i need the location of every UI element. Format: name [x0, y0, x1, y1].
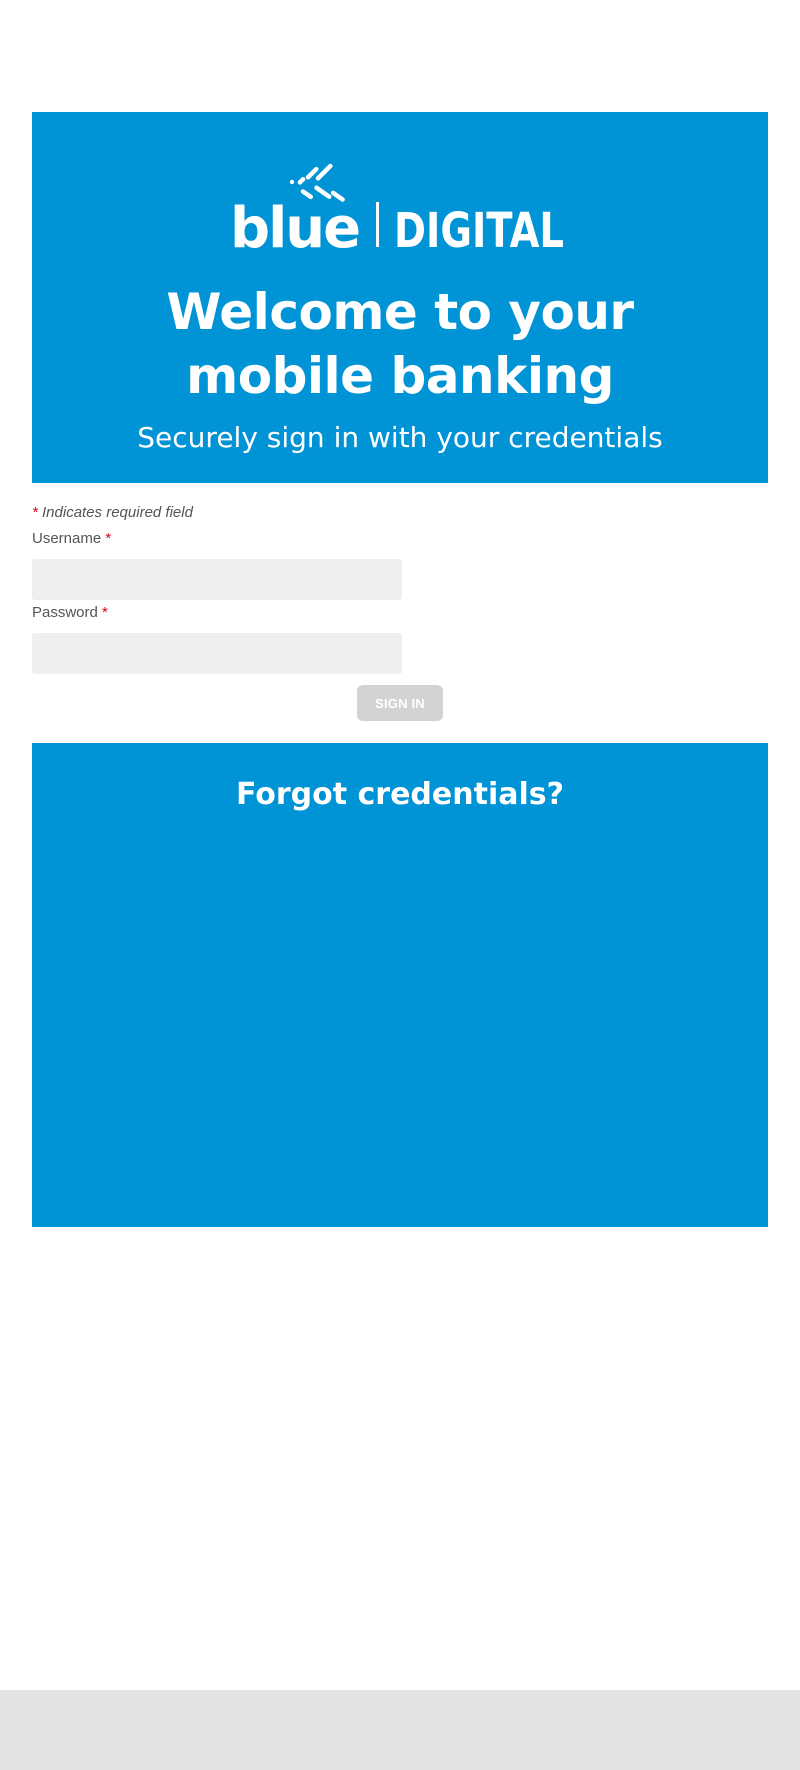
- username-label-text: Username: [32, 530, 102, 547]
- password-label-text: Password: [32, 604, 98, 621]
- forgot-credentials-panel: Forgot credentials?: [32, 743, 768, 1227]
- welcome-banner: blue DIGITAL Welcome to your mobile bank…: [32, 112, 768, 483]
- svg-text:blue: blue: [230, 196, 359, 250]
- title-line-2: mobile banking: [186, 347, 614, 405]
- required-note-text: Indicates required field: [42, 504, 193, 521]
- blue-digital-logo: blue DIGITAL: [32, 150, 768, 250]
- forgot-credentials-heading: Forgot credentials?: [235, 777, 565, 812]
- required-field-note: * Indicates required field: [32, 504, 193, 521]
- svg-text:DIGITAL: DIGITAL: [394, 203, 564, 250]
- username-input[interactable]: [32, 559, 402, 600]
- logo-icon: blue DIGITAL: [230, 163, 564, 250]
- required-marker: *: [32, 504, 38, 521]
- required-marker: *: [102, 604, 108, 621]
- password-input[interactable]: [32, 633, 402, 674]
- page-footer: [0, 1690, 800, 1770]
- username-label: Username *: [32, 530, 111, 547]
- sign-in-button[interactable]: SIGN IN: [357, 685, 443, 721]
- page-subtitle: Securely sign in with your credentials: [137, 421, 663, 454]
- password-label: Password *: [32, 604, 108, 621]
- page-title: Welcome to your mobile banking: [32, 280, 768, 408]
- login-form: * Indicates required field Username * Pa…: [32, 500, 768, 725]
- required-marker: *: [105, 530, 112, 547]
- title-line-1: Welcome to your: [166, 283, 634, 341]
